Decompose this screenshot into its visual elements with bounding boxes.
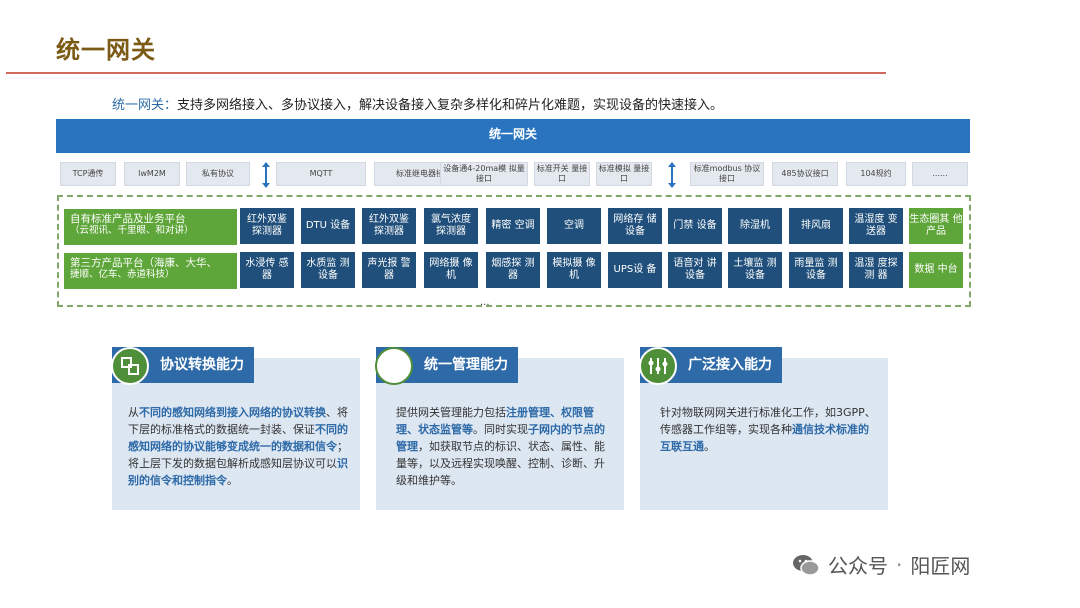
third-party-title: 第三方产品平台（海康、大华、	[70, 257, 217, 269]
card-body-text: 提供网关管理能力包括	[396, 406, 506, 419]
device-tile: 模拟摄 像机	[547, 252, 601, 288]
protocol-item: 标准modbus 协议接口	[690, 162, 764, 186]
device-tile: 水浸传 感器	[240, 252, 294, 288]
management-icon	[375, 347, 413, 385]
device-tile: 精密 空调	[486, 208, 540, 244]
card-body: 从不同的感知网络到接入网络的协议转换、将下层的标准格式的数据统一封装、保证不同的…	[128, 404, 350, 489]
protocol-item: ......	[912, 162, 968, 186]
card-body: 针对物联网网关进行标准化工作，如3GPP、传感器工作组等，实现各种通信技术标准的…	[660, 404, 876, 455]
own-platform-box: 自有标准产品及业务平台 （云视讯、千里眼、和对讲）	[64, 209, 237, 245]
device-tile: 水质监 测设备	[301, 252, 355, 288]
card-body: 提供网关管理能力包括注册管理、权限管理、状态监管等。同时实现子网内的节点的管理，…	[396, 404, 610, 489]
protocol-item: 私有协议	[186, 162, 250, 186]
card-body-text: 从	[128, 406, 139, 419]
protocol-item: MQTT	[276, 162, 366, 186]
card-body-text: 。	[227, 474, 238, 487]
third-party-sub: 捷顺、亿车、赤道科技）	[70, 269, 175, 280]
data-platform-box: 数据 中台	[909, 252, 963, 288]
wechat-icon	[793, 554, 820, 576]
device-tile: 门禁 设备	[668, 208, 722, 244]
protocol-convert-icon	[111, 347, 149, 385]
card-body-text: ，如获取节点的标识、状态、属性、能量等，以及远程实现唤醒、控制、诊断、升级和维护…	[396, 440, 605, 487]
device-tile: UPS设 备	[608, 252, 662, 288]
wide-access-icon	[639, 347, 677, 385]
protocol-item: 设备通4-20ma模 拟量接口	[440, 162, 528, 186]
intro-text: 支持多网络接入、多协议接入，解决设备接入复杂多样化和碎片化难题，实现设备的快速接…	[177, 98, 724, 113]
device-tile: 温湿 度探测 器	[849, 252, 903, 288]
device-tile: 排风扇	[789, 208, 843, 244]
more-devices-ellipsis: ...	[480, 297, 490, 308]
device-tile: 雨量监 测设备	[789, 252, 843, 288]
protocol-item: 标准开关 量接口	[534, 162, 590, 186]
ecosystem-products-box: 生态圈其 他产品	[909, 208, 963, 244]
device-tile: 网络摄 像机	[424, 252, 478, 288]
device-tile: 红外双鉴 探测器	[240, 208, 294, 244]
protocol-item: 104规约	[846, 162, 906, 186]
device-tile: 空调	[547, 208, 601, 244]
intro-line: 统一网关：支持多网络接入、多协议接入，解决设备接入复杂多样化和碎片化难题，实现设…	[112, 94, 723, 113]
device-tile: 温湿度 变送器	[849, 208, 903, 244]
footer-separator: ·	[896, 552, 903, 577]
card-highlight-text: 不同的感知网络到接入网络的协议转换	[139, 406, 326, 419]
device-tile: 土壤监 测设备	[728, 252, 782, 288]
device-tile: DTU 设备	[301, 208, 355, 244]
footer-name: 阳匠网	[910, 554, 971, 578]
protocol-item: lwM2M	[124, 162, 180, 186]
protocol-item: 485协议接口	[772, 162, 838, 186]
own-platform-sub: （云视讯、千里眼、和对讲）	[70, 225, 194, 236]
protocol-item: TCP通传	[60, 162, 116, 186]
device-tile: 氯气浓度 探测器	[424, 208, 478, 244]
card-body-text: 。	[704, 440, 715, 453]
protocol-item: 标准模拟 量接口	[596, 162, 652, 186]
device-tile: 除湿机	[728, 208, 782, 244]
own-platform-title: 自有标准产品及业务平台	[70, 213, 186, 225]
wechat-footer: 公众号 · 阳匠网	[792, 550, 970, 579]
gateway-bar: 统一网关	[56, 119, 970, 153]
page-title: 统一网关	[56, 36, 156, 64]
bidirectional-arrow-icon	[668, 162, 676, 188]
device-tile: 烟感探 测器	[486, 252, 540, 288]
device-tile: 网络存 储设备	[608, 208, 662, 244]
protocol-row: TCP通传 lwM2M 私有协议 MQTT 标准继电器接口 设备通4-20ma模…	[60, 162, 970, 188]
card-body-text: 。同时实现	[473, 423, 528, 436]
device-tile: 声光报 警器	[362, 252, 416, 288]
footer-prefix: 公众号	[828, 554, 888, 578]
device-tile: 红外双鉴 探测器	[362, 208, 416, 244]
device-tile: 语音对 讲设备	[668, 252, 722, 288]
title-divider	[6, 72, 886, 74]
third-party-box: 第三方产品平台（海康、大华、 捷顺、亿车、赤道科技）	[64, 253, 237, 289]
bidirectional-arrow-icon	[262, 162, 270, 188]
intro-label: 统一网关：	[112, 98, 178, 113]
